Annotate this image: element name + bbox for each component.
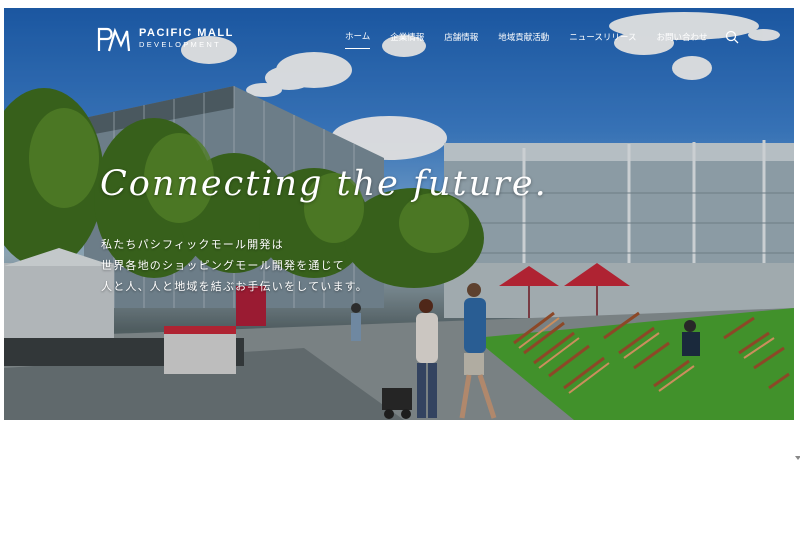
scroll-down-arrow-icon[interactable] <box>795 456 800 460</box>
nav-item-home[interactable]: ホーム <box>345 30 371 49</box>
logo-name-line1: PACIFIC MALL <box>139 27 234 39</box>
hero-section: PACIFIC MALL DEVELOPMENT ホーム 企業情報 店舗情報 地… <box>4 8 794 420</box>
nav-item-contact[interactable]: お問い合わせ <box>656 31 707 49</box>
tagline-line-3: 人と人、人と地域を結ぶお手伝いをしています。 <box>101 280 368 293</box>
hero-dim-overlay <box>4 8 794 420</box>
main-navigation: ホーム 企業情報 店舗情報 地域貢献活動 ニュースリリース お問い合わせ <box>345 30 739 49</box>
tagline-line-1: 私たちパシフィックモール開発は <box>101 238 284 251</box>
browser-viewport: PACIFIC MALL DEVELOPMENT ホーム 企業情報 店舗情報 地… <box>0 0 800 533</box>
hero-tagline: 私たちパシフィックモール開発は 世界各地のショッピングモール開発を通じて 人と人… <box>101 234 368 297</box>
logo-wordmark: PACIFIC MALL DEVELOPMENT <box>139 28 234 50</box>
nav-item-stores[interactable]: 店舗情報 <box>444 31 478 49</box>
nav-item-news[interactable]: ニュースリリース <box>569 31 636 49</box>
nav-item-company[interactable]: 企業情報 <box>390 31 424 49</box>
page-scrollbar[interactable] <box>794 8 800 533</box>
hero-headline: Connecting the future. <box>100 164 548 204</box>
tagline-line-2: 世界各地のショッピングモール開発を通じて <box>101 259 345 272</box>
nav-item-community[interactable]: 地域貢献活動 <box>498 31 549 49</box>
site-logo[interactable]: PACIFIC MALL DEVELOPMENT <box>97 25 234 53</box>
logo-name-line2: DEVELOPMENT <box>139 40 221 49</box>
search-icon[interactable] <box>725 30 739 44</box>
pacific-mall-logo-mark <box>97 27 131 52</box>
